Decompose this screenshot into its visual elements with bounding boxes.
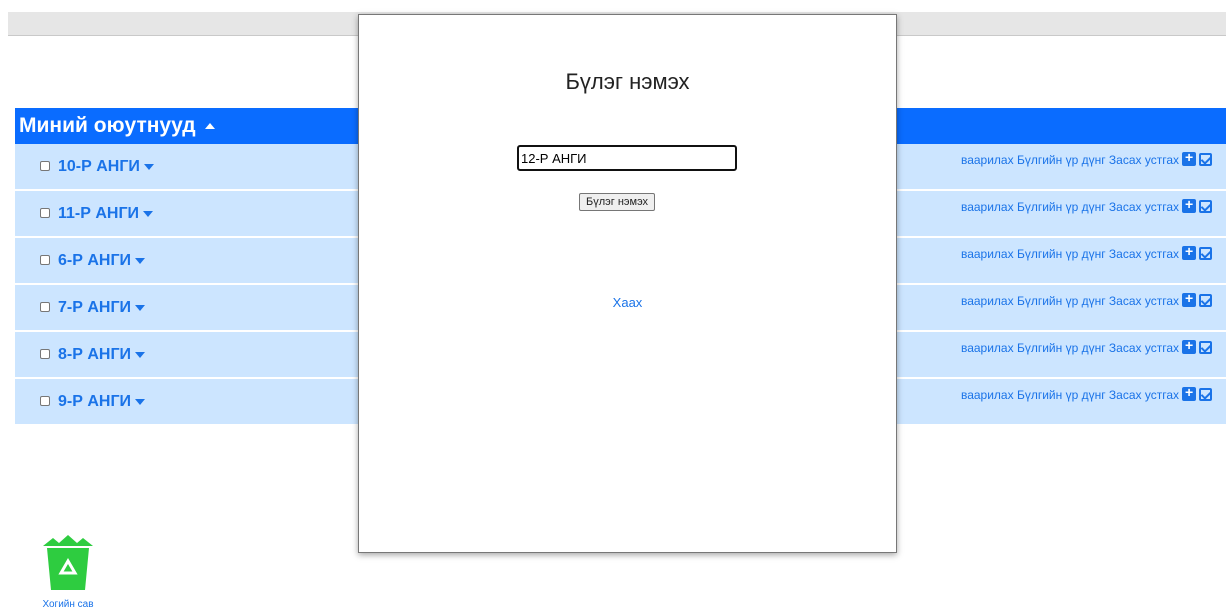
group-actions-text[interactable]: ваарилах Бүлгийн үр дүнг Засах устгах xyxy=(961,294,1179,308)
add-icon[interactable] xyxy=(1182,337,1196,354)
caret-down-icon[interactable] xyxy=(135,398,146,405)
check-icon[interactable] xyxy=(1199,200,1212,213)
group-actions: ваарилах Бүлгийн үр дүнг Засах устгах xyxy=(958,337,1212,355)
add-icon[interactable] xyxy=(1182,149,1196,166)
group-checkbox[interactable] xyxy=(40,349,50,359)
caret-down-icon[interactable] xyxy=(143,163,154,170)
group-label[interactable]: 10-Р АНГИ xyxy=(58,158,140,175)
group-label[interactable]: 8-Р АНГИ xyxy=(58,346,131,363)
check-icon[interactable] xyxy=(1199,153,1212,166)
group-checkbox[interactable] xyxy=(40,161,50,171)
group-toggle[interactable]: 8-Р АНГИ xyxy=(40,332,146,377)
caret-down-icon[interactable] xyxy=(135,304,146,311)
group-actions: ваарилах Бүлгийн үр дүнг Засах устгах xyxy=(958,243,1212,261)
group-actions: ваарилах Бүлгийн үр дүнг Засах устгах xyxy=(958,290,1212,308)
group-label[interactable]: 6-Р АНГИ xyxy=(58,252,131,269)
group-actions: ваарилах Бүлгийн үр дүнг Засах устгах xyxy=(958,196,1212,214)
trash-icon[interactable] xyxy=(41,532,95,592)
group-actions: ваарилах Бүлгийн үр дүнг Засах устгах xyxy=(958,149,1212,167)
group-name-input[interactable] xyxy=(517,145,737,171)
group-toggle[interactable]: 7-Р АНГИ xyxy=(40,285,146,330)
caret-down-icon[interactable] xyxy=(143,210,154,217)
group-toggle[interactable]: 10-Р АНГИ xyxy=(40,144,154,189)
group-checkbox[interactable] xyxy=(40,255,50,265)
group-checkbox[interactable] xyxy=(40,208,50,218)
group-actions-text[interactable]: ваарилах Бүлгийн үр дүнг Засах устгах xyxy=(961,247,1179,261)
group-toggle[interactable]: 9-Р АНГИ xyxy=(40,379,146,424)
group-label[interactable]: 7-Р АНГИ xyxy=(58,299,131,316)
group-label[interactable]: 11-Р АНГИ xyxy=(58,205,139,222)
group-toggle[interactable]: 6-Р АНГИ xyxy=(40,238,146,283)
trash-bin[interactable]: Хогийн сав xyxy=(30,532,106,610)
add-icon[interactable] xyxy=(1182,290,1196,307)
add-icon[interactable] xyxy=(1182,243,1196,260)
add-group-modal: Бүлэг нэмэх Бүлэг нэмэх Хаах xyxy=(358,14,897,553)
group-actions-text[interactable]: ваарилах Бүлгийн үр дүнг Засах устгах xyxy=(961,388,1179,402)
group-toggle[interactable]: 11-Р АНГИ xyxy=(40,191,154,236)
trash-label[interactable]: Хогийн сав xyxy=(30,599,106,610)
group-actions-text[interactable]: ваарилах Бүлгийн үр дүнг Засах устгах xyxy=(961,341,1179,355)
group-checkbox[interactable] xyxy=(40,302,50,312)
add-icon[interactable] xyxy=(1182,384,1196,401)
check-icon[interactable] xyxy=(1199,341,1212,354)
section-title: Миний оюутнууд xyxy=(19,114,196,137)
group-label[interactable]: 9-Р АНГИ xyxy=(58,393,131,410)
group-actions-text[interactable]: ваарилах Бүлгийн үр дүнг Засах устгах xyxy=(961,200,1179,214)
check-icon[interactable] xyxy=(1199,247,1212,260)
caret-up-icon[interactable] xyxy=(205,123,216,130)
caret-down-icon[interactable] xyxy=(135,351,146,358)
modal-title: Бүлэг нэмэх xyxy=(565,69,690,94)
add-icon[interactable] xyxy=(1182,196,1196,213)
group-actions-text[interactable]: ваарилах Бүлгийн үр дүнг Засах устгах xyxy=(961,153,1179,167)
add-group-button[interactable]: Бүлэг нэмэх xyxy=(579,193,656,211)
group-checkbox[interactable] xyxy=(40,396,50,406)
caret-down-icon[interactable] xyxy=(135,257,146,264)
group-actions: ваарилах Бүлгийн үр дүнг Засах устгах xyxy=(958,384,1212,402)
close-link[interactable]: Хаах xyxy=(359,295,896,310)
check-icon[interactable] xyxy=(1199,388,1212,401)
check-icon[interactable] xyxy=(1199,294,1212,307)
